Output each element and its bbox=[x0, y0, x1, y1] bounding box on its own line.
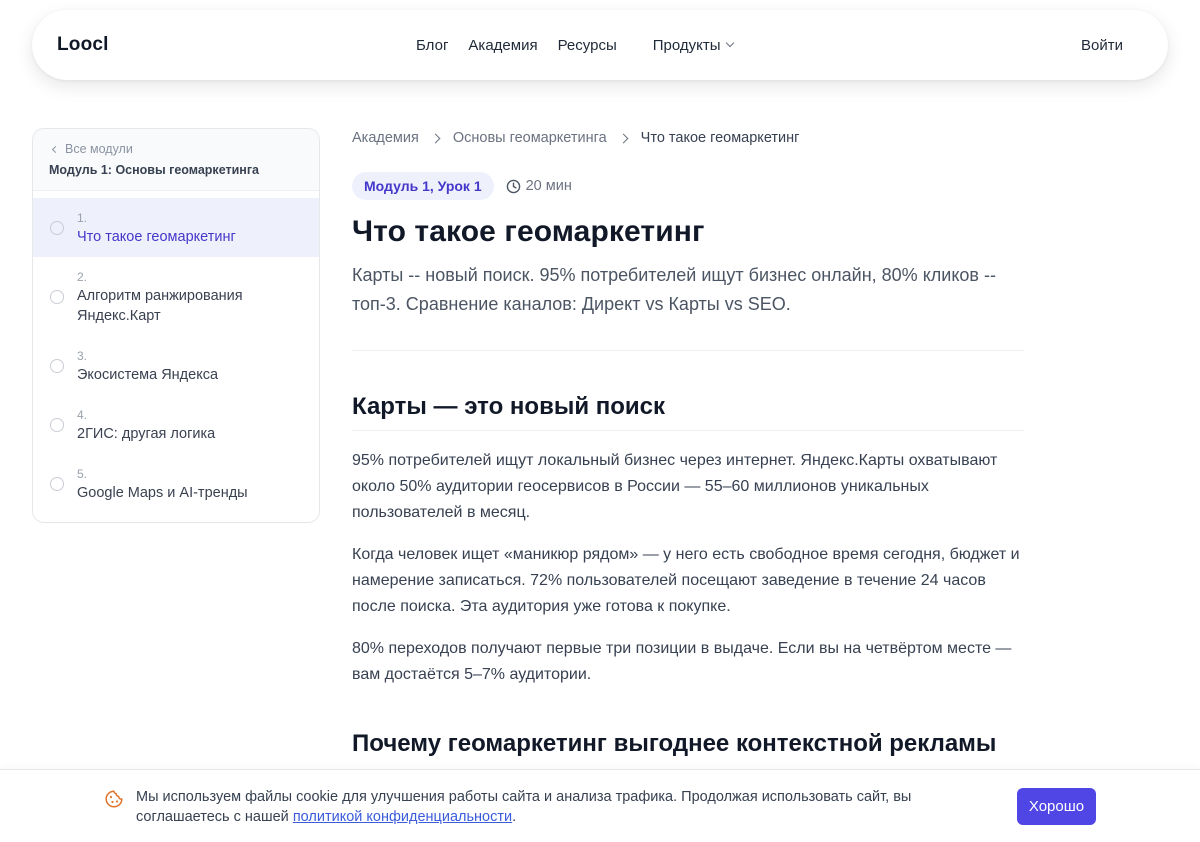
login-link[interactable]: Войти bbox=[1081, 37, 1123, 54]
lesson-item-2[interactable]: 2. Алгоритм ранжирования Яндекс.Карт bbox=[33, 257, 319, 336]
back-label: Все модули bbox=[65, 142, 133, 156]
lesson-item-4[interactable]: 4. 2ГИС: другая логика bbox=[33, 395, 319, 454]
lesson-duration: 20 мин bbox=[506, 178, 572, 194]
section-heading-1: Карты — это новый поиск bbox=[352, 393, 666, 420]
back-to-modules-link[interactable]: Все модули bbox=[49, 142, 303, 156]
circle-icon bbox=[50, 418, 64, 432]
lesson-title: Что такое геомаркетинг bbox=[77, 229, 236, 245]
lesson-badge: Модуль 1, Урок 1 bbox=[352, 172, 494, 200]
lesson-item-5[interactable]: 5. Google Maps и AI-тренды bbox=[33, 454, 319, 513]
chevron-left-icon bbox=[51, 145, 60, 153]
divider bbox=[352, 350, 1024, 351]
breadcrumb-academy[interactable]: Академия bbox=[352, 130, 419, 146]
sidebar-header: Все модули Модуль 1: Основы геомаркетинг… bbox=[33, 129, 319, 191]
lesson-title: Google Maps и AI-тренды bbox=[77, 485, 248, 501]
cookie-message: Мы используем файлы cookie для улучшения… bbox=[136, 787, 976, 827]
heading-underline bbox=[352, 430, 1024, 431]
paragraph: 95% потребителей ищут локальный бизнес ч… bbox=[352, 452, 998, 521]
main-nav: Блог Академия Ресурсы Продукты bbox=[416, 36, 734, 54]
lesson-title: 2ГИС: другая логика bbox=[77, 426, 216, 442]
chevron-down-icon bbox=[725, 38, 734, 48]
cookie-icon bbox=[105, 790, 123, 808]
lesson-number: 3. bbox=[77, 349, 88, 363]
chevron-right-icon bbox=[618, 133, 629, 143]
paragraph: Когда человек ищет «маникюр рядом» — у н… bbox=[352, 546, 1020, 615]
cookie-text: Мы используем файлы cookie для улучшения… bbox=[136, 789, 912, 825]
nav-academy-link[interactable]: Академия bbox=[468, 37, 537, 54]
lesson-number: 1. bbox=[77, 211, 88, 225]
circle-icon bbox=[50, 221, 64, 235]
nav-products-label: Продукты bbox=[652, 36, 721, 54]
duration-text: 20 мин bbox=[525, 178, 572, 194]
lesson-number: 4. bbox=[77, 408, 88, 422]
top-navbar: Loocl Блог Академия Ресурсы Продукты Вой… bbox=[32, 10, 1168, 80]
cookie-period: . bbox=[512, 809, 517, 825]
lesson-lead: Карты -- новый поиск. 95% потребителей и… bbox=[352, 265, 996, 314]
module-title: Модуль 1: Основы геомаркетинга bbox=[49, 163, 259, 177]
accept-cookies-button[interactable]: Хорошо bbox=[1017, 788, 1096, 825]
logo[interactable]: Loocl bbox=[57, 34, 109, 56]
circle-icon bbox=[50, 477, 64, 491]
page-title: Что такое геомаркетинг bbox=[352, 215, 705, 248]
breadcrumb: Академия Основы геомаркетинга Что такое … bbox=[352, 128, 1024, 148]
lesson-number: 5. bbox=[77, 467, 88, 481]
lesson-list: 1. Что такое геомаркетинг 2. Алгоритм ра… bbox=[33, 191, 319, 513]
cookie-banner: Мы используем файлы cookie для улучшения… bbox=[0, 769, 1200, 842]
paragraph: 80% переходов получают первые три позици… bbox=[352, 640, 1012, 683]
privacy-policy-link[interactable]: политикой конфиденциальности bbox=[293, 809, 512, 825]
section-heading-2: Почему геомаркетинг выгоднее контекстной… bbox=[352, 730, 997, 757]
lesson-title: Экосистема Яндекса bbox=[77, 367, 219, 383]
breadcrumb-module[interactable]: Основы геомаркетинга bbox=[453, 130, 607, 146]
nav-blog-link[interactable]: Блог bbox=[416, 37, 448, 54]
nav-resources-link[interactable]: Ресурсы bbox=[558, 37, 617, 54]
lesson-number: 2. bbox=[77, 270, 88, 284]
module-sidebar: Все модули Модуль 1: Основы геомаркетинг… bbox=[32, 128, 320, 523]
circle-icon bbox=[50, 359, 64, 373]
chevron-right-icon bbox=[430, 133, 441, 143]
lesson-meta: Модуль 1, Урок 1 20 мин bbox=[352, 172, 1024, 200]
lesson-item-3[interactable]: 3. Экосистема Яндекса bbox=[33, 336, 319, 395]
lesson-item-1[interactable]: 1. Что такое геомаркетинг bbox=[33, 198, 319, 257]
circle-icon bbox=[50, 290, 64, 304]
nav-products-dropdown[interactable]: Продукты bbox=[652, 36, 734, 54]
lesson-content: Академия Основы геомаркетинга Что такое … bbox=[352, 128, 1024, 759]
clock-icon bbox=[506, 179, 520, 193]
breadcrumb-current: Что такое геомаркетинг bbox=[640, 130, 800, 146]
lesson-title: Алгоритм ранжирования Яндекс.Карт bbox=[77, 288, 243, 324]
